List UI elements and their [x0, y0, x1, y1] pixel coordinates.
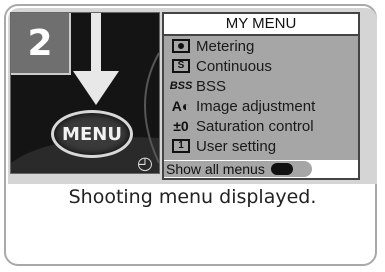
continuous-icon: S [168, 57, 194, 75]
bss-icon: BSS [169, 80, 193, 92]
enter-icon [270, 163, 293, 175]
menu-item-label: Metering [196, 37, 255, 55]
menu-item-image-adjustment[interactable]: A◐ Image adjustment [164, 96, 358, 116]
menu-item-bss[interactable]: BSS BSS [164, 76, 358, 96]
footer-label: Show all menus [166, 161, 265, 177]
menu-item-saturation-control[interactable]: ±0 Saturation control [164, 116, 358, 136]
self-timer-icon: ◴ [137, 153, 153, 174]
menu-item-label: User setting [196, 137, 277, 155]
menu-item-label: Continuous [196, 57, 272, 75]
menu-item-metering[interactable]: Metering [164, 36, 358, 56]
menu-item-user-setting[interactable]: 1 User setting [164, 136, 358, 156]
menu-item-label: Image adjustment [196, 97, 316, 115]
saturation-icon: ±0 [173, 118, 189, 134]
menu-list: Metering S Continuous BSS BSS A◐ Image a… [164, 36, 358, 160]
show-all-menus-button[interactable]: Show all menus [164, 161, 312, 177]
menu-item-continuous[interactable]: S Continuous [164, 56, 358, 76]
menu-item-label: Saturation control [196, 117, 314, 135]
lcd-footer: Show all menus [164, 160, 358, 178]
caption: Shooting menu displayed. [68, 186, 317, 208]
lcd-title: MY MENU [164, 14, 358, 36]
metering-icon [168, 37, 194, 55]
camera-photo: 2 MENU ◴ [10, 12, 160, 174]
lcd-screen: MY MENU Metering S Continuous BSS BSS A◐… [162, 12, 360, 180]
image-adjustment-icon: A◐ [171, 98, 191, 114]
step-number-badge: 2 [11, 13, 71, 75]
user-setting-icon: 1 [168, 137, 194, 155]
menu-item-label: BSS [196, 77, 227, 95]
menu-button[interactable]: MENU [51, 110, 133, 158]
